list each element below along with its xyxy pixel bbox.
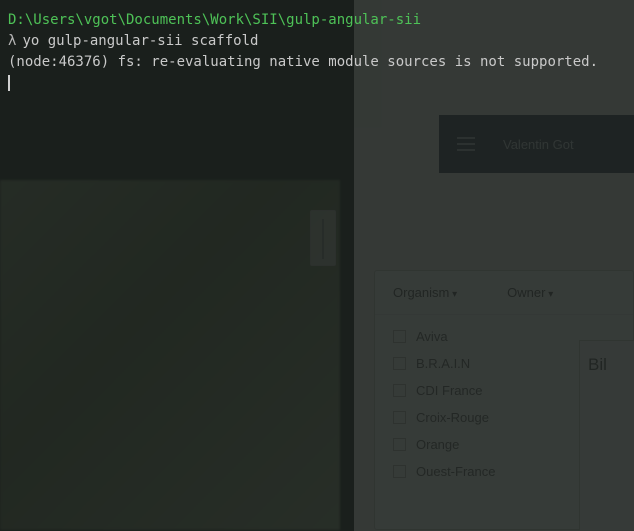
current-directory: D:\Users\vgot\Documents\Work\SII\gulp-an… bbox=[8, 10, 626, 31]
command-line: λ yo gulp-angular-sii scaffold bbox=[8, 31, 626, 52]
terminal-output: (node:46376) fs: re-evaluating native mo… bbox=[8, 52, 626, 73]
cursor-icon bbox=[8, 75, 10, 91]
terminal[interactable]: D:\Users\vgot\Documents\Work\SII\gulp-an… bbox=[0, 0, 634, 531]
command-text: yo gulp-angular-sii scaffold bbox=[22, 33, 258, 49]
cursor-line bbox=[8, 73, 626, 91]
prompt-symbol: λ bbox=[8, 33, 16, 49]
